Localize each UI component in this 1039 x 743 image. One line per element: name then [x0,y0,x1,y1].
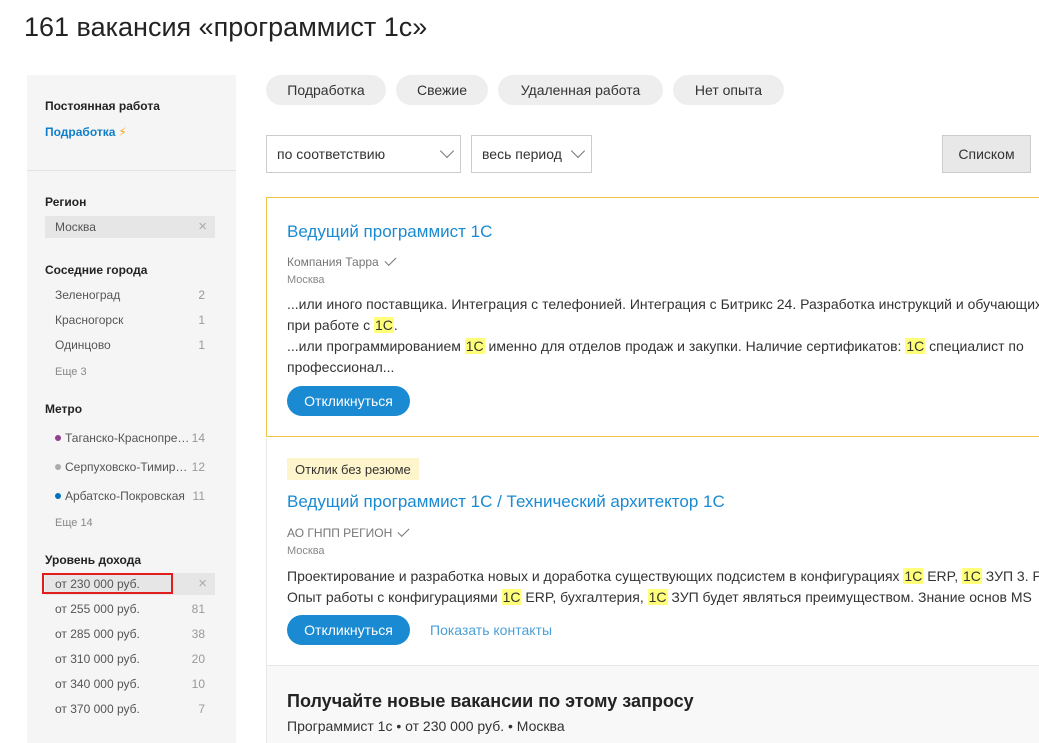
metro-item[interactable]: Серпуховско-Тимирязевская [55,460,205,474]
income-heading: Уровень дохода [45,553,142,567]
filters-sidebar: Постоянная работа Подработка ⚡ Регион Мос… [27,75,236,743]
part-time-link[interactable]: Подработка ⚡ [45,125,127,139]
show-contacts-link[interactable]: Показать контакты [430,622,552,638]
metro-item[interactable]: Таганско-Краснопресненская [55,431,205,445]
region-heading: Регион [45,195,87,209]
divider [27,170,236,171]
annotation-highlight [42,573,173,594]
snippet-line: профессионал... [287,359,395,375]
verified-check-icon [397,524,410,538]
vacancy-snippet: ...или иного поставщика. Интеграция с те… [287,294,1039,378]
part-time-link-label: Подработка [45,125,116,139]
metro-item[interactable]: Арбатско-Покровская [55,489,205,503]
income-item-label: от 310 000 руб. [55,652,140,666]
income-item-label: от 340 000 руб. [55,677,140,691]
chevron-down-icon [570,143,586,159]
vacancy-card: Отклик без резюме Ведущий программист 1С… [266,438,1039,666]
vacancy-card: Ведущий программист 1С Компания Тарра Мо… [266,197,1039,437]
nearby-heading: Соседние города [45,263,148,277]
income-item[interactable]: от 310 000 руб. [55,652,205,666]
company-name[interactable]: Компания Тарра [287,253,397,269]
income-count: 81 [191,602,205,616]
close-icon[interactable]: × [198,218,207,235]
close-icon[interactable]: × [198,575,207,592]
metro-count: 12 [191,460,205,474]
period-select[interactable]: весь период [471,135,592,173]
search-highlight: 1С [373,317,394,333]
employment-heading: Постоянная работа [45,99,160,113]
respond-button[interactable]: Откликнуться [287,615,410,645]
nearby-count: 1 [198,338,205,352]
company-name[interactable]: АО ГНПП РЕГИОН [287,524,410,540]
income-item[interactable]: от 370 000 руб. [55,702,205,716]
metro-line-dot [55,493,61,499]
region-chip[interactable]: Москва × [45,216,215,238]
nearby-item[interactable]: Красногорск [55,313,205,327]
nearby-item[interactable]: Одинцово [55,338,205,352]
snippet-line: ...или программированием 1С именно для о… [287,338,1024,354]
metro-count: 14 [191,431,205,445]
chevron-down-icon [439,143,455,159]
company-name-label: АО ГНПП РЕГИОН [287,526,393,540]
subscribe-title: Получайте новые вакансии по этому запрос… [287,691,694,711]
subscribe-query: Программист 1с • от 230 000 руб. • Москв… [287,718,565,734]
metro-count: 11 [192,489,205,503]
view-list-button[interactable]: Списком [942,135,1031,173]
metro-more-link[interactable]: Еще 14 [55,517,93,529]
metro-item-label: Серпуховско-Тимирязевская [65,460,193,474]
region-chip-label: Москва [55,220,96,234]
income-item-label: от 285 000 руб. [55,627,140,641]
metro-heading: Метро [45,402,83,416]
metro-line-dot [55,464,61,470]
nearby-more-link[interactable]: Еще 3 [55,366,87,378]
nearby-item-label: Красногорск [55,313,124,327]
vacancy-city: Москва [287,274,325,286]
nearby-count: 2 [198,288,205,302]
vacancy-title-link[interactable]: Ведущий программист 1С / Технический арх… [287,492,725,512]
sort-select-value: по соответствию [277,146,386,162]
nearby-item-label: Одинцово [55,338,111,352]
nearby-item-label: Зеленоград [55,288,121,302]
income-item[interactable]: от 285 000 руб. [55,627,205,641]
metro-line-dot [55,435,61,441]
pill-part-time[interactable]: Подработка [266,75,386,105]
period-select-value: весь период [482,146,562,162]
search-highlight: 1С [903,568,924,584]
nearby-count: 1 [198,313,205,327]
search-highlight: 1С [905,338,926,354]
search-highlight: 1С [961,568,982,584]
pill-remote[interactable]: Удаленная работа [498,75,663,105]
income-item[interactable]: от 255 000 руб. [55,602,205,616]
company-name-label: Компания Тарра [287,255,379,269]
vacancy-title-link[interactable]: Ведущий программист 1С [287,222,492,242]
snippet-line: Проектирование и разработка новых и дора… [287,568,1039,584]
respond-button[interactable]: Откликнуться [287,386,410,416]
sort-select[interactable]: по соответствию [266,135,461,173]
verified-check-icon [384,253,397,267]
pill-fresh[interactable]: Свежие [396,75,488,105]
snippet-line: Опыт работы с конфигурациями 1С ERP, бух… [287,589,1032,605]
snippet-line: ...или иного поставщика. Интеграция с те… [287,296,1039,312]
pill-no-experience[interactable]: Нет опыта [673,75,784,105]
income-item-label: от 370 000 руб. [55,702,140,716]
income-count: 10 [191,677,205,691]
search-highlight: 1С [647,589,668,605]
income-count: 20 [191,652,205,666]
subscribe-panel: Получайте новые вакансии по этому запрос… [266,666,1039,743]
metro-item-label: Арбатско-Покровская [65,489,185,503]
income-count: 7 [198,702,205,716]
nearby-item[interactable]: Зеленоград [55,288,205,302]
vacancy-snippet: Проектирование и разработка новых и дора… [287,566,1039,608]
no-resume-badge: Отклик без резюме [287,458,419,480]
search-highlight: 1С [464,338,485,354]
income-item[interactable]: от 340 000 руб. [55,677,205,691]
metro-item-label: Таганско-Краснопресненская [65,431,193,445]
income-count: 38 [191,627,205,641]
page-title: 161 вакансия «программист 1с» [24,12,428,42]
search-highlight: 1С [501,589,522,605]
snippet-line: при работе с 1С. [287,317,398,333]
vacancy-city: Москва [287,545,325,557]
income-item-label: от 255 000 руб. [55,602,140,616]
lightning-icon: ⚡ [118,125,127,139]
